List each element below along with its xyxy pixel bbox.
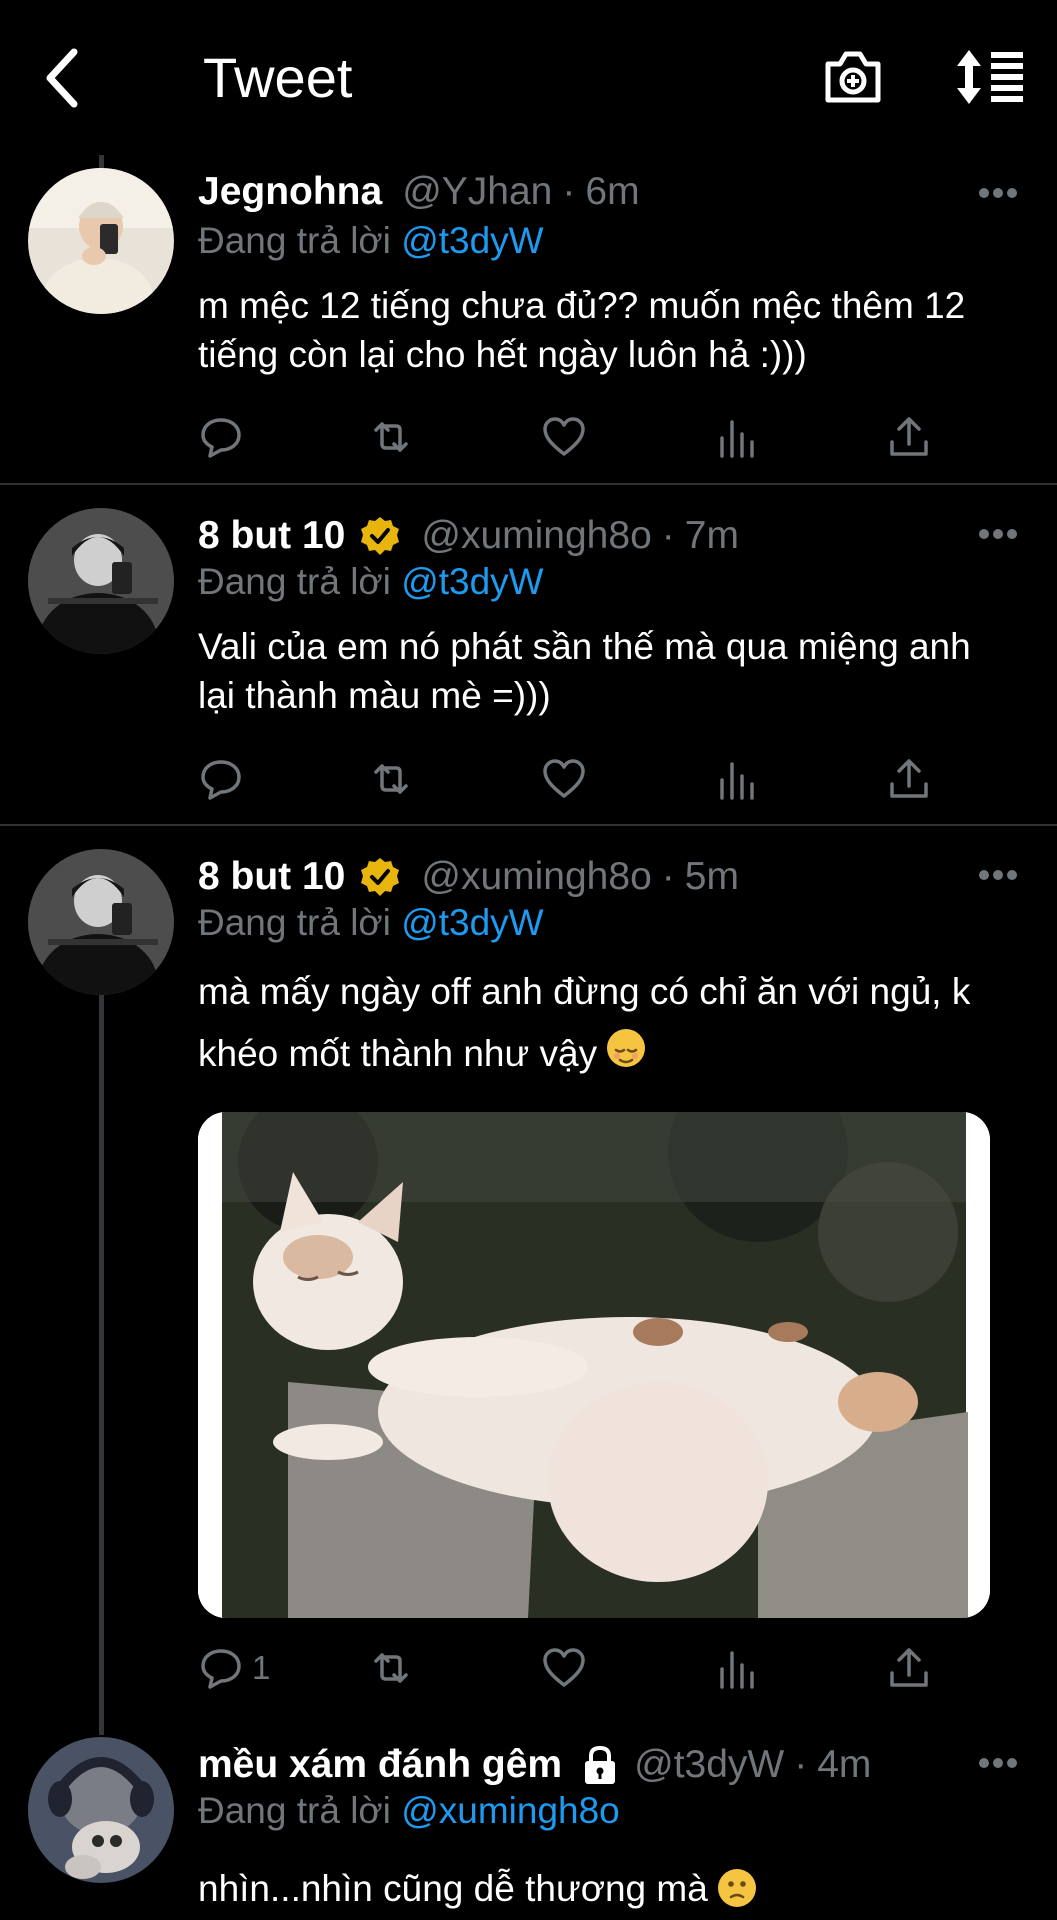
protected-account-lock-icon	[585, 1745, 616, 1784]
tweet-text: nhìn...nhìn cũng dễ thương mà	[198, 1864, 1008, 1913]
timestamp: 4m	[817, 1743, 872, 1786]
mention-link[interactable]: @xumingh8o	[401, 1790, 620, 1831]
avatar[interactable]	[28, 1737, 174, 1883]
replying-to: Đang trả lời @xumingh8o	[198, 1788, 620, 1834]
separator: ·	[794, 1743, 808, 1786]
tweet-text-content: nhìn...nhìn cũng dễ thương mà	[198, 1868, 708, 1909]
display-name[interactable]: mều xám đánh gêm	[198, 1740, 562, 1790]
tweet[interactable]: mều xám đánh gêm @t3dyW · 4m Đang trả lờ…	[0, 0, 1057, 1920]
slightly-frowning-face-emoji-icon	[718, 1869, 757, 1907]
tweet-header: mều xám đánh gêm @t3dyW · 4m	[198, 1740, 871, 1790]
user-handle[interactable]: @t3dyW	[634, 1740, 784, 1790]
more-options-icon[interactable]	[978, 1757, 1018, 1769]
replying-to-label: Đang trả lời	[198, 1790, 391, 1831]
